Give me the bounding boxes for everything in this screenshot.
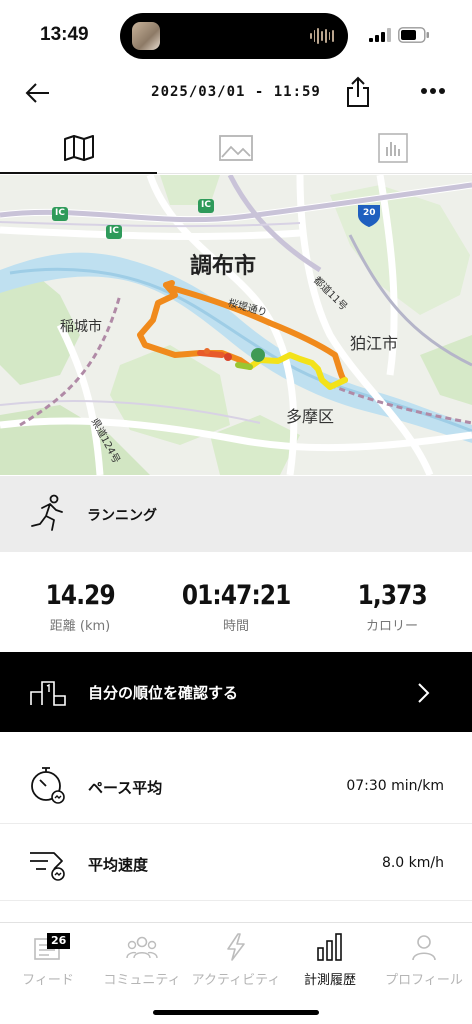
nav-history[interactable]: 計測履歴 (282, 929, 378, 988)
distance-label: 距離 (km) (49, 619, 111, 634)
tab-stats[interactable] (315, 122, 472, 173)
distance-stat: 14.29 距離 (km) (0, 580, 160, 634)
ranking-button[interactable]: 自分の順位を確認する (0, 652, 472, 732)
map-label-inagi: 稲城市 (60, 319, 102, 335)
ic-label: IC (55, 208, 65, 218)
calories-stat: 1,373 カロリー (312, 580, 472, 634)
ranking-label: 自分の順位を確認する (88, 684, 239, 702)
dynamic-island[interactable] (120, 13, 348, 59)
chart-icon (378, 132, 409, 163)
speed-label: 平均速度 (88, 856, 149, 874)
back-arrow-icon[interactable] (24, 79, 52, 107)
route-20-label: 20 (363, 208, 376, 218)
map-label-komae: 狛江市 (350, 334, 399, 353)
ic-label: IC (201, 200, 211, 210)
speed-icon (30, 852, 65, 881)
stopwatch-icon (31, 767, 65, 804)
community-icon (126, 936, 158, 959)
nav-profile[interactable]: プロフィール (376, 929, 472, 988)
activity-type-label: ランニング (87, 508, 157, 524)
battery-icon (398, 27, 429, 43)
nav-profile-label: プロフィール (385, 973, 463, 988)
speed-row: 平均速度 8.0 km/h (0, 825, 472, 901)
pace-label: ペース平均 (88, 779, 163, 797)
signal-icon (369, 28, 391, 42)
podium-icon (30, 681, 66, 706)
share-icon[interactable] (344, 76, 372, 108)
feed-badge: 26 (47, 933, 71, 949)
nav-community[interactable]: コミュニティ (94, 929, 190, 988)
map-label-chofu: 調布市 (190, 254, 257, 279)
distance-value: 14.29 (45, 580, 115, 611)
now-playing-artwork (132, 22, 160, 50)
nav-feed[interactable]: 26 フィード (0, 929, 96, 988)
duration-label: 時間 (222, 619, 249, 634)
nav-feed-label: フィード (22, 973, 74, 988)
nav-community-label: コミュニティ (103, 973, 181, 988)
map-icon (63, 134, 94, 161)
status-bar: 13:49 (0, 0, 472, 72)
calories-label: カロリー (365, 619, 418, 634)
ic-label: IC (109, 226, 119, 236)
summary-stats: 14.29 距離 (km) 01:47:21 時間 1,373 カロリー (0, 552, 472, 652)
more-options-icon[interactable] (420, 86, 446, 96)
audio-wave-icon (310, 28, 335, 44)
duration-value: 01:47:21 (181, 580, 292, 611)
speed-value: 8.0 km/h (381, 855, 444, 871)
bar-chart-icon (317, 933, 342, 961)
running-icon (31, 494, 63, 531)
pace-value: 07:30 min/km (346, 778, 444, 794)
pace-row: ペース平均 07:30 min/km (0, 748, 472, 824)
lightning-icon (227, 933, 245, 961)
home-indicator[interactable] (153, 1010, 319, 1015)
activity-type-bar: ランニング (0, 476, 472, 552)
activity-date-title: 2025/03/01 - 11:59 (151, 84, 321, 100)
photo-icon (219, 134, 253, 161)
bottom-navigation: 26 フィード コミュニティ アクティビティ 計測履歴 プロフィール (0, 922, 472, 992)
tab-map[interactable] (0, 122, 158, 174)
tab-photos[interactable] (157, 122, 314, 173)
profile-icon (412, 935, 436, 961)
nav-activity[interactable]: アクティビティ (188, 929, 284, 988)
calories-value: 1,373 (357, 580, 427, 611)
map-label-tama: 多摩区 (286, 407, 335, 426)
route-map[interactable]: IC IC IC 20 調布市 稲城市 狛江市 多摩区 桜堤通り 都道11号 県… (0, 175, 472, 475)
top-bar: 2025/03/01 - 11:59 (0, 72, 472, 118)
clock: 13:49 (40, 24, 89, 45)
detail-tabs (0, 122, 472, 174)
nav-history-label: 計測履歴 (303, 973, 356, 988)
chevron-right-icon (418, 683, 430, 703)
duration-stat: 01:47:21 時間 (156, 580, 316, 634)
nav-activity-label: アクティビティ (191, 973, 281, 988)
